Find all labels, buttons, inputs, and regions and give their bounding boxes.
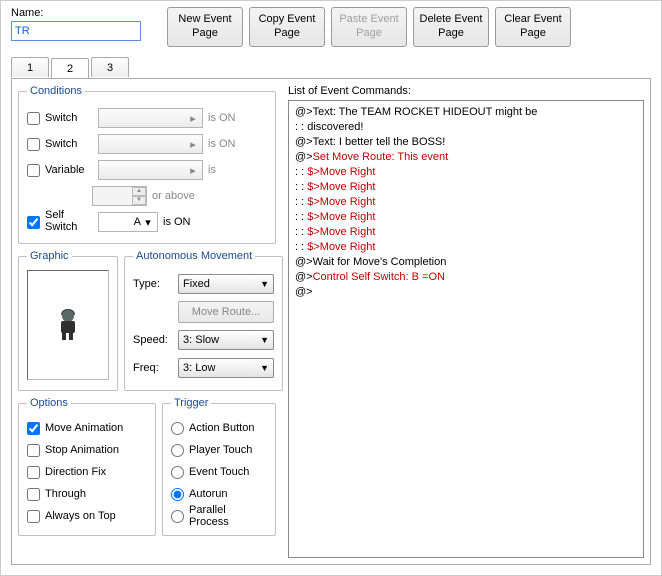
- chevron-down-icon: ▼: [260, 363, 269, 373]
- move-animation-checkbox[interactable]: [27, 422, 40, 435]
- new-event-page-button[interactable]: New Event Page: [167, 7, 243, 47]
- command-line[interactable]: : : $>Move Right: [295, 180, 637, 195]
- command-line[interactable]: : : discovered!: [295, 120, 637, 135]
- trigger-label: Parallel Process: [189, 504, 267, 528]
- chevron-down-icon: ▼: [260, 279, 269, 289]
- options-legend: Options: [27, 397, 71, 409]
- graphic-group: Graphic: [18, 250, 118, 391]
- command-line[interactable]: : : $>Move Right: [295, 240, 637, 255]
- command-line[interactable]: : : $>Move Right: [295, 195, 637, 210]
- variable-combo[interactable]: ▸: [98, 160, 203, 180]
- spinner-up-icon[interactable]: ▲: [132, 187, 146, 196]
- graphic-preview[interactable]: [27, 270, 109, 380]
- dropdown-icon: ▾: [141, 216, 155, 229]
- trigger-legend: Trigger: [171, 397, 211, 409]
- speed-select[interactable]: 3: Slow▼: [178, 330, 274, 350]
- dropdown-icon: ▸: [186, 112, 200, 125]
- variable-label: Variable: [45, 164, 93, 176]
- trigger-label: Player Touch: [189, 444, 252, 456]
- event-commands-list[interactable]: @>Text: The TEAM ROCKET HIDEOUT might be…: [288, 100, 644, 558]
- character-sprite-icon: [57, 310, 79, 340]
- command-line[interactable]: @>Text: I better tell the BOSS!: [295, 135, 637, 150]
- name-input[interactable]: [11, 21, 141, 41]
- trigger-group: Trigger Action Button Player Touch Event…: [162, 397, 276, 536]
- trigger-autorun[interactable]: [171, 488, 184, 501]
- through-checkbox[interactable]: [27, 488, 40, 501]
- trigger-event-touch[interactable]: [171, 466, 184, 479]
- switch1-checkbox[interactable]: [27, 112, 40, 125]
- type-label: Type:: [133, 278, 173, 290]
- trigger-label: Action Button: [189, 422, 254, 434]
- self-switch-suffix: is ON: [163, 216, 191, 228]
- tab-strip: 1 2 3: [11, 57, 661, 79]
- autonomous-legend: Autonomous Movement: [133, 250, 255, 262]
- self-switch-label: Self Switch: [45, 210, 93, 233]
- conditions-group: Conditions Switch ▸ is ON Switch ▸ is ON…: [18, 85, 276, 244]
- dropdown-icon: ▸: [186, 138, 200, 151]
- option-label: Direction Fix: [45, 466, 106, 478]
- command-line[interactable]: : : $>Move Right: [295, 210, 637, 225]
- self-switch-combo[interactable]: A▾: [98, 212, 158, 232]
- variable-suffix: is: [208, 164, 216, 176]
- move-route-button: Move Route...: [178, 301, 274, 323]
- autonomous-movement-group: Autonomous Movement Type: Fixed▼ Move Ro…: [124, 250, 283, 391]
- variable-checkbox[interactable]: [27, 164, 40, 177]
- spinner-down-icon[interactable]: ▼: [132, 196, 146, 205]
- variable-suffix2: or above: [152, 190, 195, 202]
- clear-event-page-button[interactable]: Clear Event Page: [495, 7, 571, 47]
- option-label: Stop Animation: [45, 444, 119, 456]
- switch1-label: Switch: [45, 112, 93, 124]
- switch1-combo[interactable]: ▸: [98, 108, 203, 128]
- command-line[interactable]: @>Text: The TEAM ROCKET HIDEOUT might be: [295, 105, 637, 120]
- switch2-label: Switch: [45, 138, 93, 150]
- tab-1[interactable]: 1: [11, 57, 49, 77]
- switch2-suffix: is ON: [208, 138, 236, 150]
- name-label: Name:: [11, 7, 151, 19]
- command-line[interactable]: @>: [295, 285, 637, 300]
- freq-select[interactable]: 3: Low▼: [178, 358, 274, 378]
- variable-value-field[interactable]: ▲▼: [92, 186, 147, 206]
- type-select[interactable]: Fixed▼: [178, 274, 274, 294]
- paste-event-page-button: Paste Event Page: [331, 7, 407, 47]
- command-line[interactable]: @>Control Self Switch: B =ON: [295, 270, 637, 285]
- always-on-top-checkbox[interactable]: [27, 510, 40, 523]
- command-line[interactable]: @>Wait for Move's Completion: [295, 255, 637, 270]
- self-switch-checkbox[interactable]: [27, 216, 40, 229]
- option-label: Move Animation: [45, 422, 123, 434]
- trigger-label: Event Touch: [189, 466, 249, 478]
- stop-animation-checkbox[interactable]: [27, 444, 40, 457]
- trigger-player-touch[interactable]: [171, 444, 184, 457]
- option-label: Through: [45, 488, 86, 500]
- chevron-down-icon: ▼: [260, 335, 269, 345]
- dropdown-icon: ▸: [186, 164, 200, 177]
- command-line[interactable]: : : $>Move Right: [295, 165, 637, 180]
- copy-event-page-button[interactable]: Copy Event Page: [249, 7, 325, 47]
- conditions-legend: Conditions: [27, 85, 85, 97]
- switch2-checkbox[interactable]: [27, 138, 40, 151]
- command-line[interactable]: @>Set Move Route: This event: [295, 150, 637, 165]
- switch1-suffix: is ON: [208, 112, 236, 124]
- commands-label: List of Event Commands:: [288, 85, 644, 97]
- trigger-action-button[interactable]: [171, 422, 184, 435]
- option-label: Always on Top: [45, 510, 116, 522]
- delete-event-page-button[interactable]: Delete Event Page: [413, 7, 489, 47]
- options-group: Options Move Animation Stop Animation Di…: [18, 397, 156, 536]
- tab-2[interactable]: 2: [51, 58, 89, 80]
- tab-3[interactable]: 3: [91, 57, 129, 77]
- graphic-legend: Graphic: [27, 250, 72, 262]
- switch2-combo[interactable]: ▸: [98, 134, 203, 154]
- command-line[interactable]: : : $>Move Right: [295, 225, 637, 240]
- speed-label: Speed:: [133, 334, 173, 346]
- freq-label: Freq:: [133, 362, 173, 374]
- direction-fix-checkbox[interactable]: [27, 466, 40, 479]
- trigger-parallel-process[interactable]: [171, 510, 184, 523]
- trigger-label: Autorun: [189, 488, 228, 500]
